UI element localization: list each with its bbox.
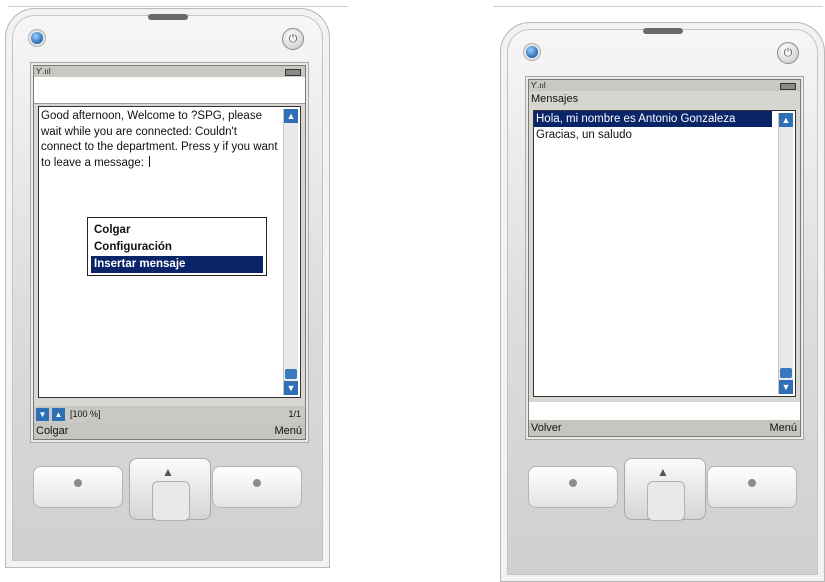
menu-item-colgar[interactable]: Colgar <box>91 222 263 239</box>
phone-screen: Ƴ.ııl Good afternoon, Welcome to ?SPG, p… <box>33 65 306 440</box>
keypad: ▲ <box>5 458 330 540</box>
dpad[interactable]: ▲ <box>129 458 211 521</box>
softkey-right-menu[interactable]: Menú <box>274 423 302 439</box>
left-softkey-button[interactable] <box>528 466 618 508</box>
list-item-message-2[interactable]: Gracias, un saludo <box>534 127 772 143</box>
battery-icon <box>780 83 796 90</box>
dot-icon <box>569 479 577 487</box>
softkey-right-menu[interactable]: Menú <box>769 420 797 436</box>
options-menu: Colgar Configuración Insertar mensaje <box>87 217 267 276</box>
right-softkey-button[interactable] <box>707 466 797 508</box>
nav-down-arrow-icon[interactable]: ▼ <box>36 408 49 421</box>
scroll-up-arrow-icon[interactable]: ▲ <box>779 113 793 127</box>
text-cursor <box>149 155 151 167</box>
menu-item-insertar-mensaje[interactable]: Insertar mensaje <box>91 256 263 273</box>
nav-up-arrow-icon[interactable]: ▲ <box>52 408 65 421</box>
dot-icon <box>253 479 261 487</box>
separator-line-right <box>493 6 823 7</box>
page-indicator: 1/1 <box>288 409 301 419</box>
softkey-left-volver[interactable]: Volver <box>531 420 562 436</box>
phone-screen: Ƴ.ııl Mensajes Hola, mi nombre es Antoni… <box>528 79 801 437</box>
message-list: Hola, mi nombre es Antonio Gonzaleza Gra… <box>533 110 796 397</box>
scroll-down-arrow-icon[interactable]: ▼ <box>779 380 793 394</box>
led-indicator <box>526 46 538 58</box>
left-softkey-button[interactable] <box>33 466 123 508</box>
keypad: ▲ <box>500 458 825 540</box>
signal-strength-icon: Ƴ.ııl <box>36 67 51 76</box>
dpad-center-button[interactable] <box>647 481 685 521</box>
earpiece <box>643 28 683 34</box>
dpad[interactable]: ▲ <box>624 458 706 521</box>
status-bar: Ƴ.ııl <box>34 66 305 77</box>
zoom-level: [100 %] <box>70 409 101 419</box>
dpad-up-arrow-icon[interactable]: ▲ <box>657 465 669 479</box>
info-bar: ▼ ▲ [100 %] 1/1 <box>34 406 305 423</box>
softkey-left-colgar[interactable]: Colgar <box>36 423 68 439</box>
battery-icon <box>285 69 301 76</box>
earpiece <box>148 14 188 20</box>
dpad-center-button[interactable] <box>152 481 190 521</box>
power-button[interactable]: ⏻ <box>777 42 799 64</box>
power-icon: ⏻ <box>288 33 298 45</box>
dpad-up-arrow-icon[interactable]: ▲ <box>162 465 174 479</box>
message-text-area[interactable]: Good afternoon, Welcome to ?SPG, please … <box>38 106 301 398</box>
power-button[interactable]: ⏻ <box>282 28 304 50</box>
phone-emulator-right: ⏻ Ƴ.ııl Mensajes Hola, mi nombre es Anto… <box>500 22 825 582</box>
softkey-bar: Colgar Menú <box>34 423 305 439</box>
scrollbar[interactable]: ▲ ▼ <box>778 113 793 394</box>
signal-strength-icon: Ƴ.ııl <box>531 81 546 90</box>
phone-emulator-left: ⏻ Ƴ.ııl Good afternoon, Welcome to ?SPG,… <box>5 8 330 568</box>
input-title-area <box>34 77 305 104</box>
screen-title: Mensajes <box>529 91 800 107</box>
dot-icon <box>748 479 756 487</box>
separator-line-left <box>8 6 348 7</box>
list-item-message-1[interactable]: Hola, mi nombre es Antonio Gonzaleza <box>534 111 772 127</box>
status-bar: Ƴ.ııl <box>529 80 800 91</box>
led-indicator <box>31 32 43 44</box>
scroll-thumb[interactable] <box>780 368 792 378</box>
scroll-thumb[interactable] <box>285 369 297 379</box>
softkey-bar: Volver Menú <box>529 420 800 436</box>
menu-item-configuracion[interactable]: Configuración <box>91 239 263 256</box>
dot-icon <box>74 479 82 487</box>
scroll-up-arrow-icon[interactable]: ▲ <box>284 109 298 123</box>
power-icon: ⏻ <box>783 47 793 59</box>
scrollbar[interactable]: ▲ ▼ <box>283 109 298 395</box>
scroll-down-arrow-icon[interactable]: ▼ <box>284 381 298 395</box>
message-text[interactable]: Good afternoon, Welcome to ?SPG, please … <box>41 109 279 171</box>
right-softkey-button[interactable] <box>212 466 302 508</box>
info-bar <box>529 402 800 420</box>
